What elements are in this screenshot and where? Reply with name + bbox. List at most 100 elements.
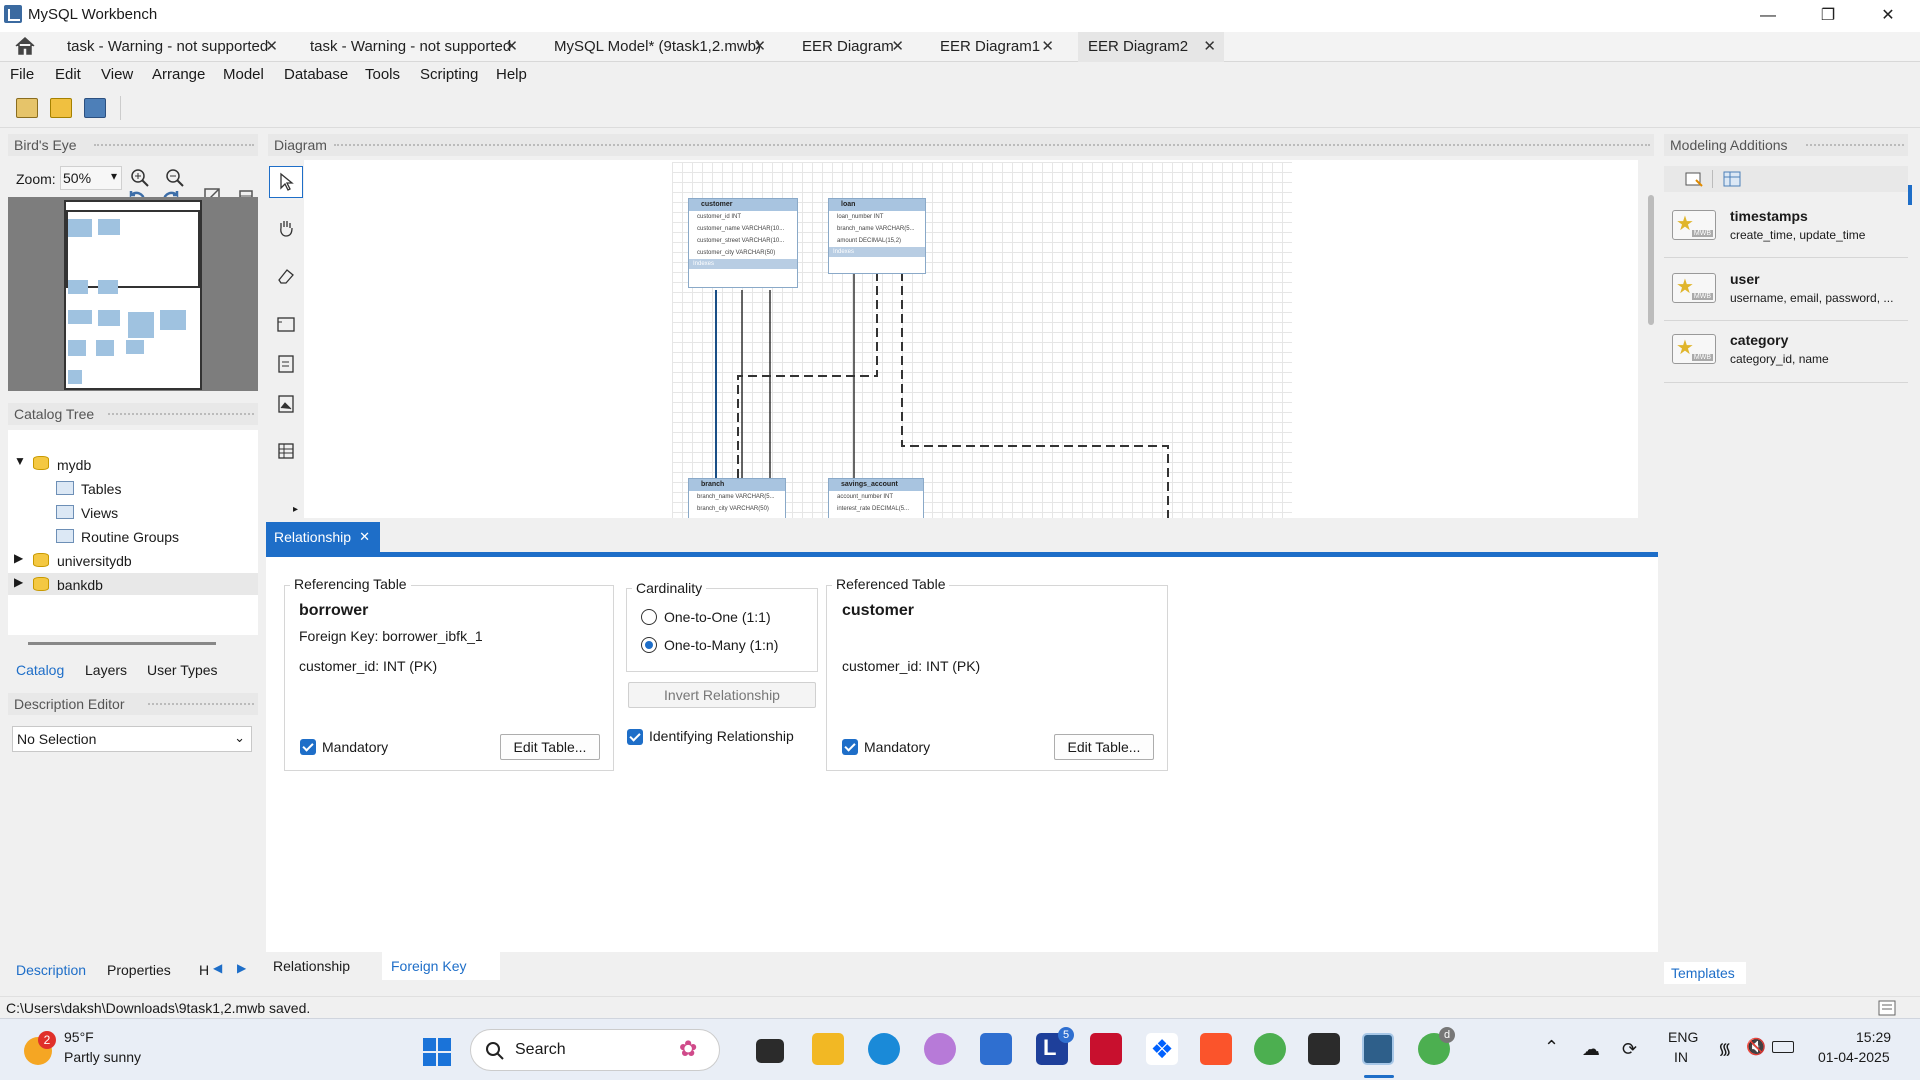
zoom-select[interactable]: 50% ▾ <box>60 166 122 190</box>
microsoft-store-icon[interactable] <box>980 1033 1012 1065</box>
tab-templates[interactable]: Templates <box>1671 965 1735 981</box>
close-tab-icon[interactable]: ✕ <box>1203 32 1216 62</box>
copilot-icon[interactable] <box>924 1033 956 1065</box>
chrome-icon[interactable] <box>1254 1033 1286 1065</box>
tree-item-mydb[interactable]: mydb <box>57 455 91 475</box>
taskbar-search[interactable]: Search ✿ <box>470 1029 720 1071</box>
task-view-icon[interactable] <box>756 1039 784 1063</box>
eraser-icon[interactable] <box>276 266 296 286</box>
tab-relationship[interactable]: Relationship <box>273 958 350 974</box>
clock-time[interactable]: 15:29 <box>1856 1029 1891 1045</box>
entity-branch[interactable]: branch branch_name VARCHAR(5... branch_c… <box>688 478 786 518</box>
close-button[interactable]: ✕ <box>1860 0 1916 32</box>
expanded-arrow-icon[interactable]: ▼ <box>14 454 26 468</box>
invert-relationship-button[interactable]: Invert Relationship <box>628 682 816 708</box>
tab-properties[interactable]: Properties <box>107 962 171 978</box>
volume-muted-icon[interactable]: 🔇 <box>1746 1037 1766 1057</box>
menu-tools[interactable]: Tools <box>365 66 400 83</box>
tab-eer-diagram1[interactable]: EER Diagram1 ✕ <box>932 32 1062 62</box>
note-tool-icon[interactable] <box>277 354 295 374</box>
menu-file[interactable]: File <box>10 66 34 83</box>
scrollbar-thumb[interactable] <box>1648 195 1654 325</box>
tab-history[interactable]: H <box>199 962 209 978</box>
table-tool-icon[interactable] <box>277 442 295 460</box>
tab-task-1[interactable]: task - Warning - not supported ✕ <box>60 32 286 62</box>
menu-view[interactable]: View <box>101 66 133 83</box>
one-to-one-radio[interactable] <box>641 609 657 625</box>
snippet-timestamps[interactable]: ★ MWB timestamps create_time, update_time <box>1668 198 1904 258</box>
terminal-icon[interactable] <box>1308 1033 1340 1065</box>
entity-customer[interactable]: customer customer_id INT customer_name V… <box>688 198 798 288</box>
hand-icon[interactable] <box>276 218 296 238</box>
close-tab-icon[interactable]: ✕ <box>505 32 518 62</box>
scroll-tabs-right-icon[interactable]: ▶ <box>237 961 246 975</box>
windows-start-icon[interactable] <box>422 1037 452 1067</box>
close-tab-icon[interactable]: ✕ <box>265 32 278 62</box>
snippet-category[interactable]: ★ MWB category category_id, name <box>1668 322 1904 382</box>
menu-arrange[interactable]: Arrange <box>152 66 205 83</box>
referencing-edit-table-button[interactable]: Edit Table... <box>500 734 600 760</box>
tree-item-routine-groups[interactable]: Routine Groups <box>81 527 179 547</box>
tab-relationship-editor[interactable]: Relationship ✕ <box>266 522 380 552</box>
close-tab-icon[interactable]: ✕ <box>891 32 904 62</box>
tab-layers[interactable]: Layers <box>85 662 127 678</box>
zoom-in-icon[interactable] <box>130 168 150 188</box>
onedrive-icon[interactable]: ☁ <box>1582 1039 1600 1060</box>
chrome-profile-icon[interactable]: d <box>1418 1027 1455 1065</box>
close-tab-icon[interactable]: ✕ <box>753 32 766 62</box>
open-model-icon[interactable] <box>50 98 72 118</box>
catalog-scrollbar[interactable] <box>28 642 216 645</box>
expand-palette-icon[interactable]: ▸ <box>293 504 298 515</box>
edge-icon[interactable] <box>868 1033 900 1065</box>
tab-mysql-model[interactable]: MySQL Model* (9task1,2.mwb) ✕ <box>546 32 774 62</box>
mysql-workbench-taskbar-icon[interactable] <box>1362 1033 1394 1065</box>
l-app-icon[interactable]: L5 <box>1036 1027 1074 1065</box>
close-tab-icon[interactable]: ✕ <box>1041 32 1054 62</box>
menu-help[interactable]: Help <box>496 66 527 83</box>
brave-icon[interactable] <box>1200 1033 1232 1065</box>
entity-savings-account[interactable]: savings_account account_number INT inter… <box>828 478 924 518</box>
clock-date[interactable]: 01-04-2025 <box>1818 1049 1890 1065</box>
tab-foreign-key[interactable]: Foreign Key <box>391 958 466 974</box>
menu-edit[interactable]: Edit <box>55 66 81 83</box>
entity-loan[interactable]: loan loan_number INT branch_name VARCHAR… <box>828 198 926 274</box>
tab-description[interactable]: Description <box>16 962 86 978</box>
output-panel-icon[interactable] <box>1878 1000 1896 1016</box>
weather-widget[interactable]: 2 <box>24 1031 58 1065</box>
tab-user-types[interactable]: User Types <box>147 662 218 678</box>
dropbox-icon[interactable]: ❖ <box>1146 1033 1178 1065</box>
image-tool-icon[interactable] <box>277 394 295 414</box>
zoom-out-icon[interactable] <box>165 168 185 188</box>
referenced-edit-table-button[interactable]: Edit Table... <box>1054 734 1154 760</box>
battery-icon[interactable] <box>1772 1041 1794 1053</box>
language-region[interactable]: IN <box>1674 1049 1688 1065</box>
collapsed-arrow-icon[interactable]: ▶ <box>14 551 23 565</box>
scroll-tabs-left-icon[interactable]: ◀ <box>213 961 222 975</box>
tab-eer-diagram2[interactable]: EER Diagram2 ✕ <box>1078 32 1224 62</box>
sync-icon[interactable]: ⟳ <box>1622 1039 1637 1060</box>
menu-model[interactable]: Model <box>223 66 264 83</box>
layer-tool-icon[interactable] <box>276 314 296 334</box>
tree-item-tables[interactable]: Tables <box>81 479 121 499</box>
maximize-button[interactable]: ❐ <box>1800 0 1856 32</box>
add-snippet-icon[interactable] <box>1684 170 1704 188</box>
tab-eer-diagram[interactable]: EER Diagram ✕ <box>794 32 912 62</box>
home-icon[interactable] <box>14 36 36 56</box>
description-area[interactable] <box>8 760 258 950</box>
tab-catalog[interactable]: Catalog <box>16 662 64 678</box>
referenced-mandatory-checkbox[interactable] <box>842 739 858 755</box>
minimize-button[interactable]: — <box>1740 0 1796 32</box>
referencing-mandatory-checkbox[interactable] <box>300 739 316 755</box>
tree-item-views[interactable]: Views <box>81 503 118 523</box>
collapsed-arrow-icon[interactable]: ▶ <box>14 575 23 589</box>
file-explorer-icon[interactable] <box>812 1033 844 1065</box>
save-model-icon[interactable] <box>84 98 106 118</box>
menu-database[interactable]: Database <box>284 66 348 83</box>
wifi-icon[interactable]: ᯾ <box>1718 1037 1732 1059</box>
snippet-table-icon[interactable] <box>1722 170 1742 188</box>
menu-scripting[interactable]: Scripting <box>420 66 478 83</box>
tree-item-universitydb[interactable]: universitydb <box>57 551 132 571</box>
snippet-user[interactable]: ★ MWB user username, email, password, ... <box>1668 261 1904 321</box>
new-model-icon[interactable] <box>16 98 38 118</box>
mcafee-icon[interactable] <box>1090 1033 1122 1065</box>
